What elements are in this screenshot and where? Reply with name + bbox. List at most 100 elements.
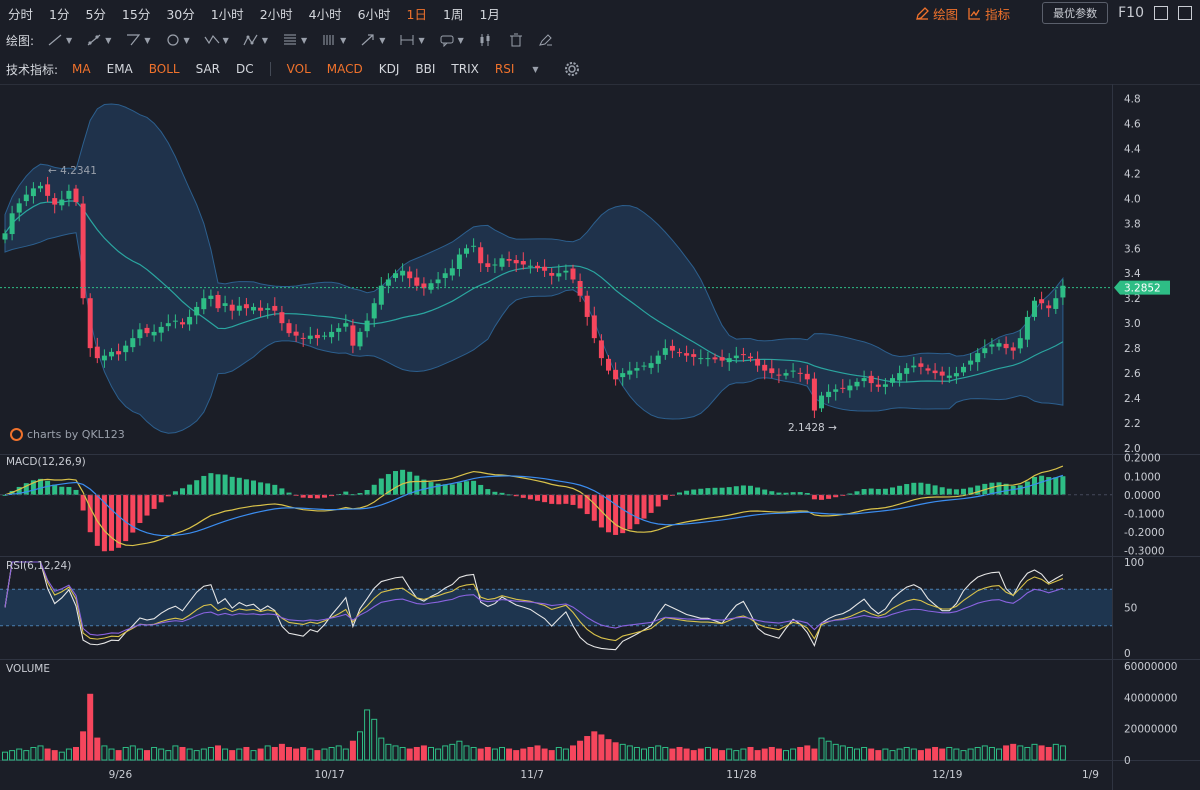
candle	[87, 298, 93, 349]
fullscreen-icon[interactable]	[1154, 6, 1168, 20]
candle	[783, 373, 789, 376]
candle	[961, 366, 966, 373]
period-11[interactable]: 1月	[471, 4, 507, 23]
candle	[449, 268, 455, 276]
note-tool[interactable]: ▼	[439, 33, 464, 47]
volume-bar	[236, 748, 243, 761]
macd-bar	[187, 484, 193, 495]
volume-bar	[215, 745, 221, 761]
volume-bar	[626, 745, 633, 761]
period-7[interactable]: 4小时	[301, 4, 350, 23]
macd-bar	[535, 494, 540, 501]
indicator-sar[interactable]: SAR	[188, 62, 228, 76]
candle	[499, 258, 505, 267]
volume-bar	[861, 746, 868, 761]
more-indicators-dropdown[interactable]: ▼	[529, 65, 538, 74]
volume-tick-label: 40000000	[1124, 692, 1177, 704]
circle-tool[interactable]: ▼	[165, 33, 190, 47]
volume-tick-label: 0	[1124, 755, 1131, 767]
macd-bar	[882, 488, 888, 495]
ray-tool[interactable]: ▼	[86, 33, 111, 47]
draw-tool-button[interactable]: 绘图	[916, 4, 958, 23]
indicator-button[interactable]: 指标	[968, 4, 1010, 23]
indicator-trix[interactable]: TRIX	[443, 62, 486, 76]
volume-bar	[23, 750, 30, 761]
macd-bar	[109, 494, 114, 551]
chart-area[interactable]: 4.8 4.6 4.4 4.2 4.0 3.8 3.6 3.4 3.2 3.0 2.8 2.6 2.4 2…	[0, 84, 1200, 790]
indicator-boll[interactable]: BOLL	[141, 62, 188, 76]
indicator-dc[interactable]: DC	[228, 62, 262, 76]
volume-bar	[676, 746, 683, 761]
optimal-params-button[interactable]: 最优参数	[1042, 2, 1109, 24]
candle	[904, 368, 910, 374]
range-tool[interactable]: ▼	[399, 33, 425, 47]
candle	[740, 354, 746, 356]
indicator-kdj[interactable]: KDJ	[371, 62, 408, 76]
period-4[interactable]: 30分	[158, 4, 202, 23]
period-3[interactable]: 15分	[114, 4, 158, 23]
volume-bar	[1010, 743, 1017, 761]
candle	[1017, 338, 1023, 349]
channel-tool[interactable]: ▼	[125, 33, 151, 47]
period-5[interactable]: 1小时	[203, 4, 252, 23]
candle	[854, 381, 860, 387]
candle	[492, 264, 498, 266]
candle	[882, 384, 888, 387]
price-tick-label: 3.8	[1124, 218, 1141, 230]
indicator-vol[interactable]: VOL	[279, 62, 319, 76]
clear-tool[interactable]	[538, 33, 554, 47]
period-8[interactable]: 6小时	[350, 4, 399, 23]
volume-bar	[868, 748, 875, 761]
macd-bar	[144, 494, 150, 516]
candle	[797, 372, 803, 374]
candle	[556, 273, 562, 277]
indicator-rsi[interactable]: RSI	[487, 62, 523, 76]
indicator-ma[interactable]: MA	[64, 62, 99, 76]
circle-icon	[166, 34, 179, 46]
candle	[194, 306, 200, 316]
candle	[1024, 316, 1030, 340]
pattern-tool[interactable]: ▼	[243, 33, 268, 47]
period-6[interactable]: 2小时	[252, 4, 301, 23]
macd-bar	[151, 494, 157, 509]
macd-bar	[556, 494, 562, 505]
period-0[interactable]: 分时	[0, 4, 41, 23]
period-10[interactable]: 1周	[435, 4, 471, 23]
period-1[interactable]: 1分	[41, 4, 77, 23]
arrow-tool[interactable]: ▼	[360, 33, 385, 47]
volume-bar	[229, 750, 236, 761]
volume-bar	[94, 737, 101, 761]
macd-bar	[811, 494, 817, 500]
settings-button[interactable]	[564, 61, 580, 77]
period-9[interactable]: 1日	[399, 4, 435, 23]
window-icon[interactable]	[1178, 6, 1192, 20]
zigzag-tool[interactable]: ▼	[204, 33, 229, 47]
candle-toggle[interactable]	[478, 33, 494, 47]
candle	[2, 233, 8, 240]
delete-tool[interactable]	[508, 33, 524, 47]
f10-button[interactable]: F10	[1118, 5, 1144, 21]
candle	[811, 378, 817, 411]
last-price-label: 3.2852	[1124, 283, 1161, 295]
macd-bar	[890, 487, 895, 495]
volume-bar	[80, 731, 87, 761]
macd-bar	[641, 494, 647, 519]
period-2[interactable]: 5分	[77, 4, 113, 23]
fib-tool[interactable]: ▼	[282, 33, 307, 47]
macd-bar	[705, 488, 711, 495]
candle	[1039, 299, 1045, 304]
candle	[165, 323, 171, 327]
candle	[939, 371, 945, 376]
candle	[1046, 305, 1052, 309]
candle	[364, 320, 370, 332]
indicator-macd[interactable]: MACD	[319, 62, 371, 76]
draw-tool-label: 绘图	[933, 6, 959, 22]
volume-bar	[527, 746, 534, 761]
candle	[847, 385, 853, 391]
indicator-ema[interactable]: EMA	[99, 62, 141, 76]
indicator-bbi[interactable]: BBI	[407, 62, 443, 76]
line-tool[interactable]: ▼	[47, 33, 72, 47]
candle	[343, 323, 349, 327]
volume-bar	[648, 746, 655, 761]
vlines-tool[interactable]: ▼	[321, 33, 346, 47]
